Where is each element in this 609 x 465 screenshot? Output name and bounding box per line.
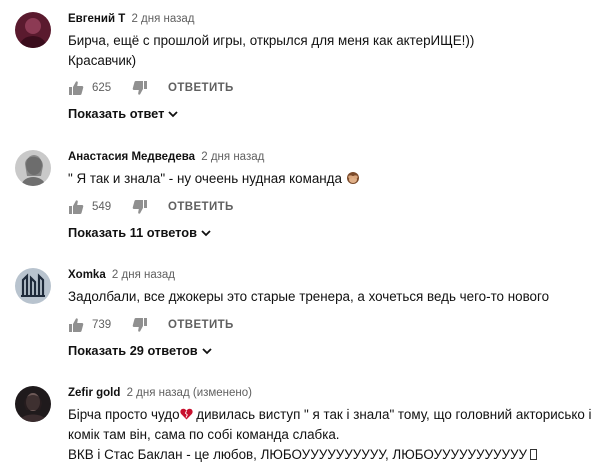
comment-time[interactable]: 2 дня назад (изменено) <box>127 387 252 399</box>
comment-time[interactable]: 2 дня назад <box>112 269 175 281</box>
comment-text-content: ВКВ і Стас Баклан - це любов, ЛЮБОУУУУУУ… <box>68 447 528 462</box>
show-replies-label: Показать 11 ответов <box>68 225 197 240</box>
like-count: 549 <box>92 201 112 213</box>
show-replies-button[interactable]: Показать 11 ответов <box>68 225 212 240</box>
show-replies-button[interactable]: Показать ответ <box>68 106 179 121</box>
comment-text-content: " Я так и знала" - ну очеень нудная кома… <box>68 171 342 186</box>
thumbs-down-icon[interactable] <box>132 317 148 333</box>
comment-time[interactable]: 2 дня назад <box>201 151 264 163</box>
comment-text: Бірча просто чудо дивилась виступ " я та… <box>68 405 605 465</box>
avatar[interactable] <box>15 268 51 304</box>
thumbs-up-icon[interactable] <box>68 317 84 333</box>
comment-text-line: комік там він, сама по собі команда слаб… <box>68 427 340 442</box>
author-name[interactable]: Zefir gold <box>68 387 120 399</box>
see-no-evil-monkey-icon <box>346 171 360 185</box>
comment-actions: 549 ОТВЕТИТЬ <box>68 199 234 215</box>
comment-time[interactable]: 2 дня назад <box>131 13 194 25</box>
author-name[interactable]: Анастасия Медведева <box>68 151 195 163</box>
thumbs-down-icon[interactable] <box>132 199 148 215</box>
comment-meta: Евгений Т 2 дня назад <box>68 12 605 26</box>
thumbs-up-icon[interactable] <box>68 80 84 96</box>
comment-text-line: Бірча просто чудо дивилась виступ " я та… <box>68 405 605 425</box>
chevron-down-icon <box>201 345 213 357</box>
comment-text-line: " Я так и знала" - ну очеень нудная кома… <box>68 169 605 189</box>
avatar[interactable] <box>15 12 51 48</box>
show-replies-label: Показать 29 ответов <box>68 343 198 358</box>
comment-text-content: дивилась виступ " я так і знала" тому, щ… <box>192 407 592 422</box>
comment-text-line: ВКВ і Стас Баклан - це любов, ЛЮБОУУУУУУ… <box>68 445 605 465</box>
author-name[interactable]: Евгений Т <box>68 13 125 25</box>
comment-meta: Zefir gold 2 дня назад (изменено) <box>68 386 605 400</box>
avatar[interactable] <box>15 386 51 422</box>
show-replies-button[interactable]: Показать 29 ответов <box>68 343 213 358</box>
reply-button[interactable]: ОТВЕТИТЬ <box>168 319 234 331</box>
thumbs-down-icon[interactable] <box>132 80 148 96</box>
comment-text: Задолбали, все джокеры это старые тренер… <box>68 287 605 307</box>
show-replies-label: Показать ответ <box>68 106 165 121</box>
comment-actions: 625 ОТВЕТИТЬ <box>68 80 234 96</box>
comment-text-line: Красавчик) <box>68 53 137 68</box>
like-count: 739 <box>92 319 112 331</box>
reply-button[interactable]: ОТВЕТИТЬ <box>168 82 234 94</box>
comment-text: Бирча, ещё с прошлой игры, открылся для … <box>68 31 605 71</box>
comment-meta: Анастасия Медведева 2 дня назад <box>68 150 605 164</box>
comment-actions: 739 ОТВЕТИТЬ <box>68 317 234 333</box>
comment-text-content: Бірча просто чудо <box>68 407 180 422</box>
avatar[interactable] <box>15 150 51 186</box>
comment-text-line: Бирча, ещё с прошлой игры, открылся для … <box>68 33 475 48</box>
chevron-down-icon <box>167 108 179 120</box>
like-count: 625 <box>92 82 112 94</box>
reply-button[interactable]: ОТВЕТИТЬ <box>168 201 234 213</box>
comment-meta: Xomka 2 дня назад <box>68 268 605 282</box>
comment-text-line: Задолбали, все джокеры это старые тренер… <box>68 289 550 304</box>
chevron-down-icon <box>200 227 212 239</box>
thumbs-up-icon[interactable] <box>68 199 84 215</box>
author-name[interactable]: Xomka <box>68 269 106 281</box>
comment-text: " Я так и знала" - ну очеень нудная кома… <box>68 169 605 189</box>
missing-glyph-icon <box>530 449 538 460</box>
broken-heart-icon <box>179 406 193 420</box>
